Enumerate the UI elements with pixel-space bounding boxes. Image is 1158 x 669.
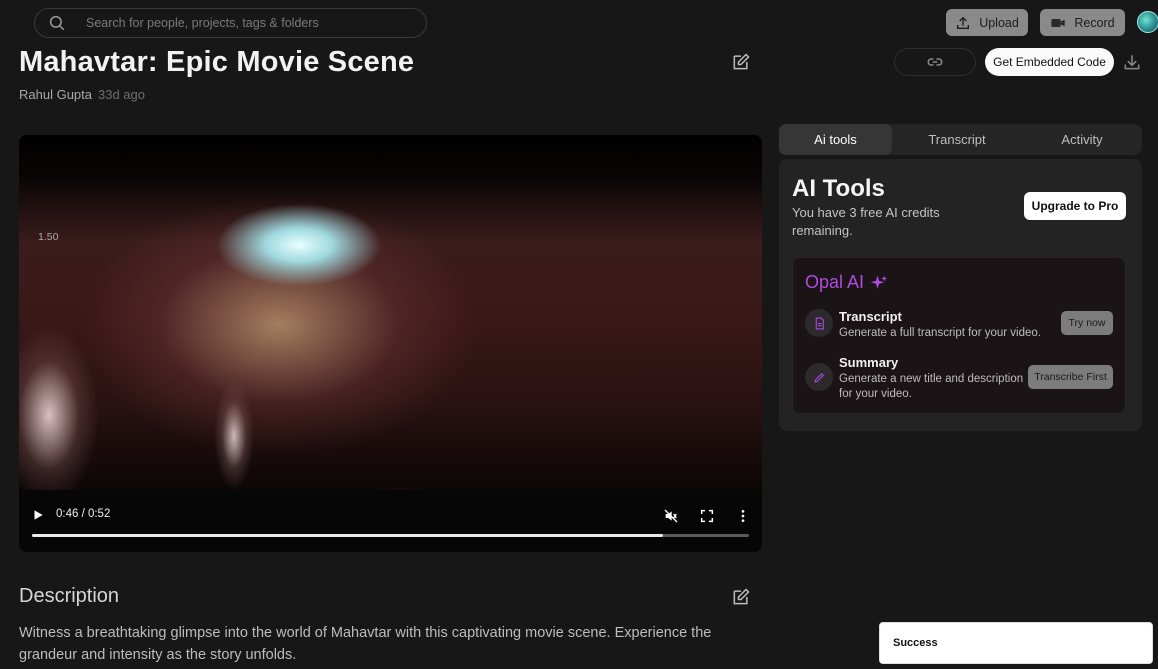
upload-button[interactable]: Upload bbox=[946, 9, 1028, 36]
document-icon bbox=[805, 309, 833, 337]
author-name: Rahul Gupta bbox=[19, 87, 92, 102]
pen-icon bbox=[805, 363, 833, 391]
progress-bar[interactable] bbox=[32, 534, 749, 537]
edit-description-icon[interactable] bbox=[731, 587, 751, 607]
video-title: Mahavtar: Epic Movie Scene bbox=[19, 46, 415, 78]
tool-transcript-name: Transcript bbox=[839, 309, 902, 324]
opal-ai-label: Opal AI bbox=[805, 272, 865, 292]
video-camera-icon bbox=[1051, 18, 1066, 27]
search-input[interactable]: Search for people, projects, tags & fold… bbox=[86, 16, 319, 30]
opal-ai-title: Opal AI bbox=[805, 272, 888, 293]
sparkle-icon bbox=[870, 275, 888, 289]
description-heading: Description bbox=[19, 585, 120, 607]
video-frame[interactable] bbox=[19, 135, 762, 490]
transcribe-first-button[interactable]: Transcribe First bbox=[1028, 365, 1113, 389]
opal-ai-card: Opal AI Transcript Generate a full trans… bbox=[792, 257, 1126, 414]
search-icon bbox=[49, 15, 65, 31]
muted-speaker-icon[interactable] bbox=[663, 508, 679, 524]
try-now-button[interactable]: Try now bbox=[1061, 311, 1113, 335]
speed-overlay: 1.50 bbox=[38, 231, 59, 243]
tab-activity[interactable]: Activity bbox=[1022, 124, 1142, 155]
play-icon[interactable] bbox=[31, 508, 45, 522]
record-button[interactable]: Record bbox=[1040, 9, 1125, 36]
upload-age: 33d ago bbox=[98, 87, 145, 102]
tab-ai-tools[interactable]: Ai tools bbox=[779, 124, 892, 155]
upload-icon bbox=[957, 16, 970, 29]
link-icon bbox=[927, 58, 943, 66]
upload-label: Upload bbox=[979, 15, 1019, 30]
search-bar[interactable]: Search for people, projects, tags & fold… bbox=[34, 8, 427, 38]
tab-transcript[interactable]: Transcript bbox=[892, 124, 1022, 155]
ai-tools-title: AI Tools bbox=[792, 175, 885, 202]
tool-summary-desc: Generate a new title and description for… bbox=[839, 373, 1024, 400]
more-options-icon[interactable] bbox=[735, 507, 751, 525]
download-icon[interactable] bbox=[1122, 52, 1142, 72]
success-toast: Success bbox=[879, 622, 1153, 664]
ai-tools-panel: AI Tools You have 3 free AI credits rema… bbox=[779, 159, 1142, 431]
panel-tabs: Ai tools Transcript Activity bbox=[779, 124, 1142, 155]
fullscreen-icon[interactable] bbox=[699, 508, 715, 524]
user-avatar[interactable] bbox=[1137, 11, 1158, 33]
video-controls bbox=[19, 490, 762, 552]
copy-link-button[interactable] bbox=[894, 48, 976, 76]
time-display: 0:46 / 0:52 bbox=[56, 508, 111, 520]
video-player[interactable]: 1.50 0:46 / 0:52 bbox=[19, 135, 762, 552]
upgrade-button[interactable]: Upgrade to Pro bbox=[1024, 192, 1126, 220]
embed-code-button[interactable]: Get Embedded Code bbox=[985, 48, 1114, 76]
credits-text: You have 3 free AI credits remaining. bbox=[792, 205, 940, 238]
description-text: Witness a breathtaking glimpse into the … bbox=[19, 625, 712, 663]
tool-transcript-desc: Generate a full transcript for your vide… bbox=[839, 327, 1041, 339]
tool-summary-name: Summary bbox=[839, 355, 899, 370]
progress-fill bbox=[32, 534, 663, 537]
edit-title-icon[interactable] bbox=[731, 52, 751, 72]
record-label: Record bbox=[1074, 15, 1115, 30]
